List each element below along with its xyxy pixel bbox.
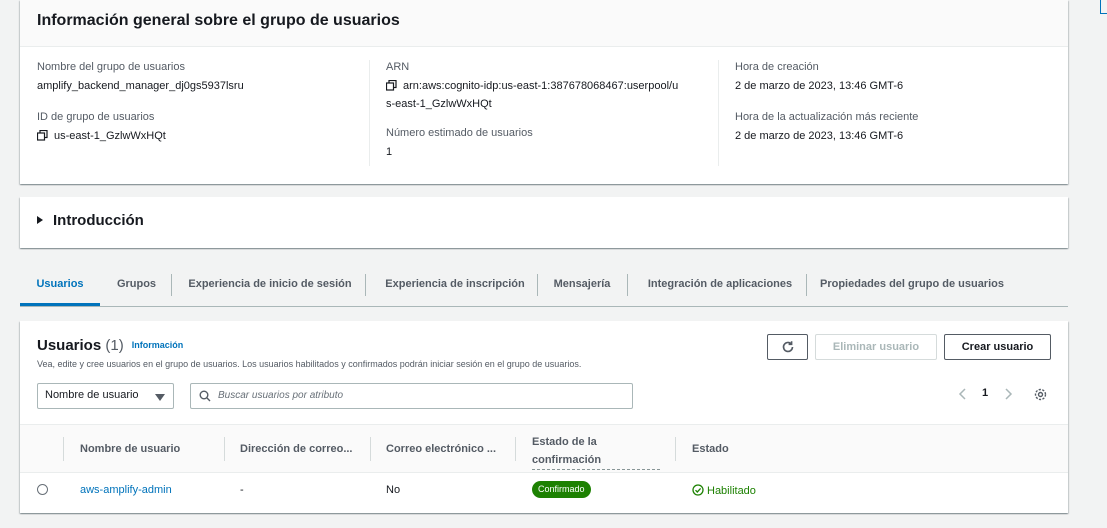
arn-value-line1: arn:aws:cognito-idp:us-east-1:3876780684… <box>403 80 679 92</box>
column-separator <box>224 437 225 461</box>
intro-title: Introducción <box>53 212 144 229</box>
overview-col-1: Nombre del grupo de usuarios amplify_bac… <box>36 60 367 146</box>
arn-label: ARN <box>386 61 410 73</box>
caret-down-icon <box>155 394 165 401</box>
info-link[interactable]: Información <box>132 340 184 350</box>
edge-marker <box>1100 0 1107 14</box>
attribute-select[interactable]: Nombre de usuario <box>37 383 174 409</box>
divider <box>369 60 370 166</box>
create-user-button[interactable]: Crear usuario <box>944 334 1051 360</box>
column-separator <box>370 437 371 461</box>
copy-icon[interactable] <box>385 79 397 96</box>
pool-id-value: us-east-1_GzlwWxHQt <box>54 130 166 142</box>
users-header: Usuarios (1) Información <box>37 337 183 354</box>
intro-header[interactable]: Introducción <box>37 212 144 229</box>
users-title: Usuarios <box>37 337 102 354</box>
col-email-verified[interactable]: Correo electrónico ... <box>386 443 496 455</box>
column-separator <box>63 437 64 461</box>
search-placeholder: Buscar usuarios por atributo <box>218 390 344 401</box>
status-text: Habilitado <box>707 485 756 497</box>
tab-separator <box>171 274 172 296</box>
overview-title: Información general sobre el grupo de us… <box>20 0 1068 47</box>
search-input[interactable]: Buscar usuarios por atributo <box>190 383 633 409</box>
caret-right-icon <box>37 216 43 224</box>
page-number[interactable]: 1 <box>982 387 988 399</box>
pool-id-label: ID de grupo de usuarios <box>37 111 155 123</box>
table-header: Nombre de usuario Dirección de correo...… <box>20 424 1068 473</box>
intro-expandable[interactable]: Introducción <box>20 197 1068 248</box>
created-label: Hora de creación <box>735 61 819 73</box>
tab-separator <box>806 274 807 296</box>
pool-name-value: amplify_backend_manager_dj0gs5937lsru <box>37 80 244 92</box>
users-count: (1) <box>105 337 124 354</box>
user-pool-overview-panel: Información general sobre el grupo de us… <box>20 0 1068 184</box>
tab-app-integration[interactable]: Integración de aplicaciones <box>635 266 805 306</box>
attribute-select-value: Nombre de usuario <box>45 389 139 401</box>
arn-row: arn:aws:cognito-idp:us-east-1:3876780684… <box>385 78 716 112</box>
col-status[interactable]: Estado <box>692 443 729 455</box>
search-icon <box>199 390 211 405</box>
pool-name-label: Nombre del grupo de usuarios <box>37 61 185 73</box>
tab-grupos[interactable]: Grupos <box>104 266 169 306</box>
overview-col-2: ARN arn:aws:cognito-idp:us-east-1:387678… <box>385 60 716 160</box>
email-verified-cell: No <box>386 484 401 496</box>
tab-separator <box>627 274 628 296</box>
tab-sign-in-experience[interactable]: Experiencia de inicio de sesión <box>180 266 360 306</box>
column-separator <box>675 437 676 461</box>
delete-user-button[interactable]: Eliminar usuario <box>815 334 937 360</box>
overview-col-3: Hora de creación 2 de marzo de 2023, 13:… <box>735 60 1055 144</box>
copy-icon[interactable] <box>36 129 48 146</box>
tab-user-pool-properties[interactable]: Propiedades del grupo de usuarios <box>815 266 1009 306</box>
tab-bar: Usuarios Grupos Experiencia de inicio de… <box>20 266 1068 307</box>
prev-page-icon[interactable] <box>958 387 968 404</box>
arn-value-line2: s-east-1_GzlwWxHQt <box>386 98 492 110</box>
settings-icon[interactable] <box>1034 388 1047 404</box>
est-users-label: Número estimado de usuarios <box>386 127 533 139</box>
divider <box>718 60 719 166</box>
status-cell: Habilitado <box>692 484 756 497</box>
col-confirmation[interactable]: Estado de la confirmación <box>532 433 660 470</box>
updated-value: 2 de marzo de 2023, 13:46 GMT-6 <box>735 130 904 142</box>
pool-id-row: us-east-1_GzlwWxHQt <box>36 128 367 146</box>
col-username[interactable]: Nombre de usuario <box>80 443 180 455</box>
tab-separator <box>365 274 366 296</box>
updated-label: Hora de la actualización más reciente <box>735 111 919 123</box>
confirmation-badge: Confirmado <box>532 481 591 498</box>
refresh-button[interactable] <box>767 334 808 360</box>
tab-sign-up-experience[interactable]: Experiencia de inscripción <box>374 266 536 306</box>
est-users-value: 1 <box>386 146 393 158</box>
tab-separator <box>537 274 538 296</box>
check-circle-icon <box>692 484 704 496</box>
col-email[interactable]: Dirección de correo... <box>240 443 352 455</box>
users-description: Vea, edite y cree usuarios en el grupo d… <box>37 359 582 369</box>
next-page-icon[interactable] <box>1003 387 1013 404</box>
column-separator <box>515 437 516 461</box>
created-value: 2 de marzo de 2023, 13:46 GMT-6 <box>735 80 904 92</box>
username-link[interactable]: aws-amplify-admin <box>80 484 172 496</box>
tab-usuarios[interactable]: Usuarios <box>20 266 100 306</box>
col-confirmation-line2: confirmación <box>532 454 602 466</box>
col-confirmation-line1: Estado de la <box>532 436 597 448</box>
users-panel: Usuarios (1) Información Vea, edite y cre… <box>20 321 1068 513</box>
refresh-icon <box>782 341 793 353</box>
email-cell: - <box>240 484 244 496</box>
tab-messaging[interactable]: Mensajería <box>546 266 618 306</box>
